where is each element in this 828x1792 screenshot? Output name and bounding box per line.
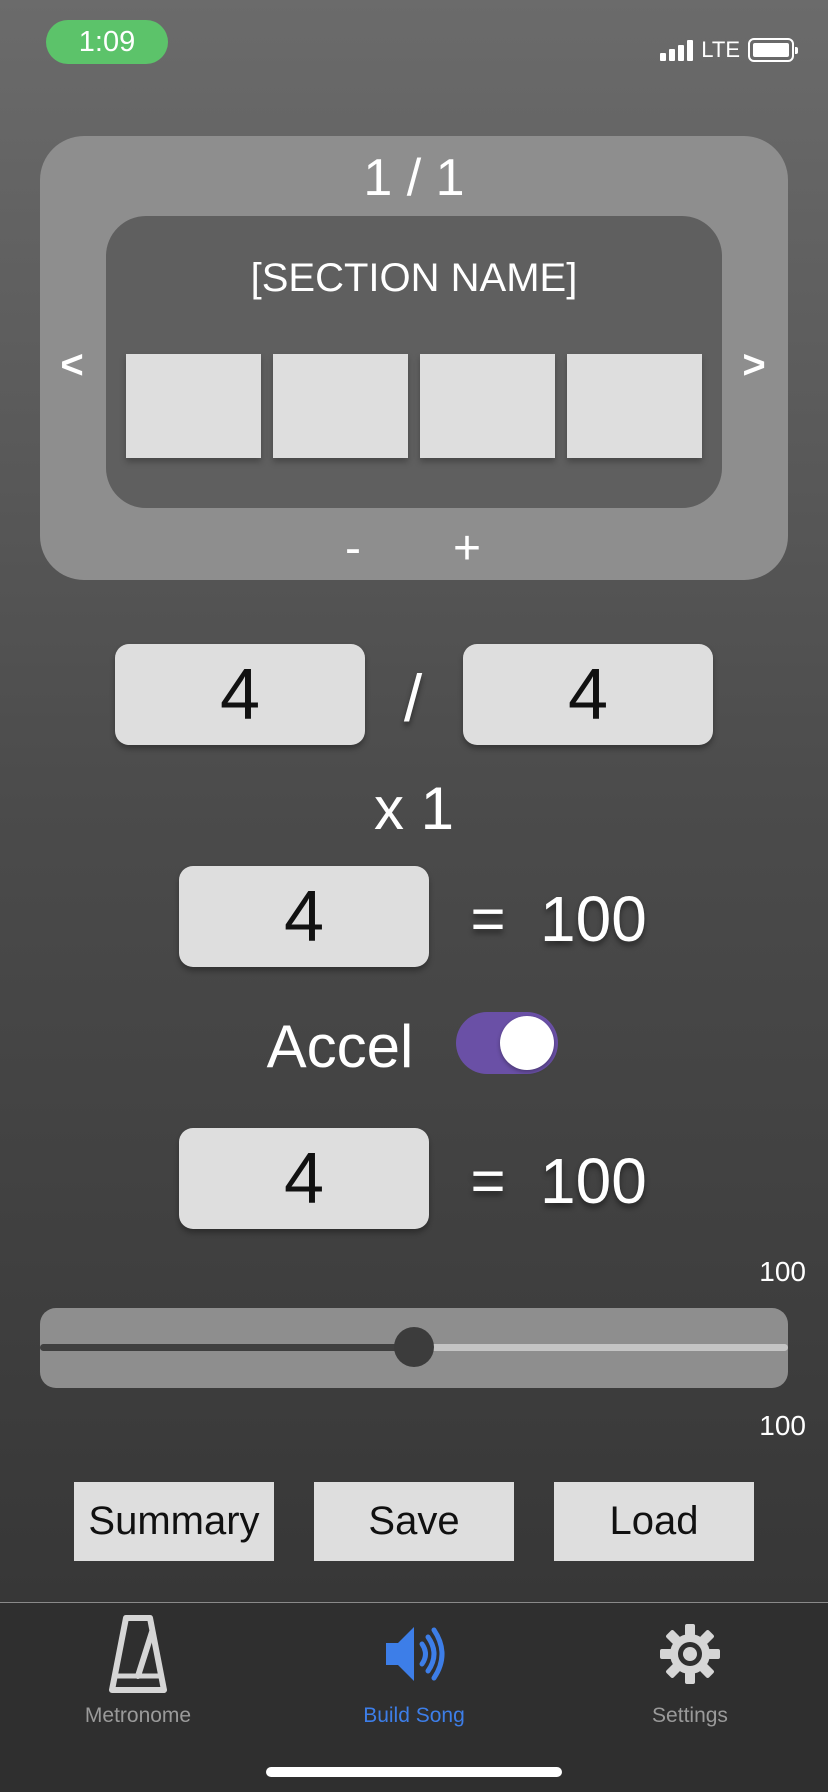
section-counter: 1 / 1 [363, 149, 465, 207]
section-name[interactable]: [SECTION NAME] [106, 256, 722, 301]
add-section-button[interactable]: + [442, 520, 492, 576]
beat-box[interactable] [126, 354, 261, 458]
start-equals-sign: = [470, 885, 506, 952]
start-note-value[interactable]: 4 [179, 866, 429, 967]
slider-thumb[interactable] [394, 1327, 434, 1367]
summary-button[interactable]: Summary [74, 1482, 274, 1561]
next-section-button[interactable]: > [734, 340, 774, 390]
gear-icon [654, 1612, 726, 1696]
slider-bottom-value: 100 [759, 1410, 806, 1441]
metronome-icon [102, 1612, 174, 1696]
end-bpm[interactable]: 100 [540, 1144, 660, 1218]
load-button[interactable]: Load [554, 1482, 754, 1561]
tab-settings[interactable]: Settings [552, 1612, 828, 1742]
end-note-value[interactable]: 4 [179, 1128, 429, 1229]
status-indicators: LTE [660, 36, 798, 64]
remove-section-button[interactable]: - [328, 520, 378, 576]
prev-section-button[interactable]: < [52, 340, 92, 390]
end-equals-sign: = [470, 1147, 506, 1214]
save-button[interactable]: Save [314, 1482, 514, 1561]
time-signature-denominator[interactable]: 4 [463, 644, 713, 745]
repeat-count[interactable]: x 1 [0, 774, 828, 843]
beat-box[interactable] [420, 354, 555, 458]
battery-icon [748, 38, 798, 62]
tab-build-song[interactable]: Build Song [276, 1612, 552, 1742]
slider-track-filled [40, 1344, 414, 1351]
slider-track-empty [414, 1344, 788, 1351]
start-bpm[interactable]: 100 [540, 882, 660, 956]
accel-label: Accel [266, 1013, 414, 1080]
time-signature-separator: / [403, 661, 423, 735]
time-signature-numerator[interactable]: 4 [115, 644, 365, 745]
toggle-knob [500, 1016, 554, 1070]
home-indicator[interactable] [266, 1767, 562, 1777]
beat-box[interactable] [567, 354, 702, 458]
tab-label: Settings [652, 1704, 728, 1727]
speaker-icon [378, 1612, 450, 1696]
tab-metronome[interactable]: Metronome [0, 1612, 276, 1742]
signal-icon [660, 39, 694, 61]
status-time: 1:09 [46, 20, 168, 64]
tab-label: Build Song [363, 1704, 465, 1727]
tab-label: Metronome [84, 1704, 192, 1727]
slider-top-value: 100 [759, 1256, 806, 1287]
network-label: LTE [701, 37, 740, 62]
beat-box[interactable] [273, 354, 408, 458]
accel-toggle[interactable] [456, 1012, 558, 1074]
